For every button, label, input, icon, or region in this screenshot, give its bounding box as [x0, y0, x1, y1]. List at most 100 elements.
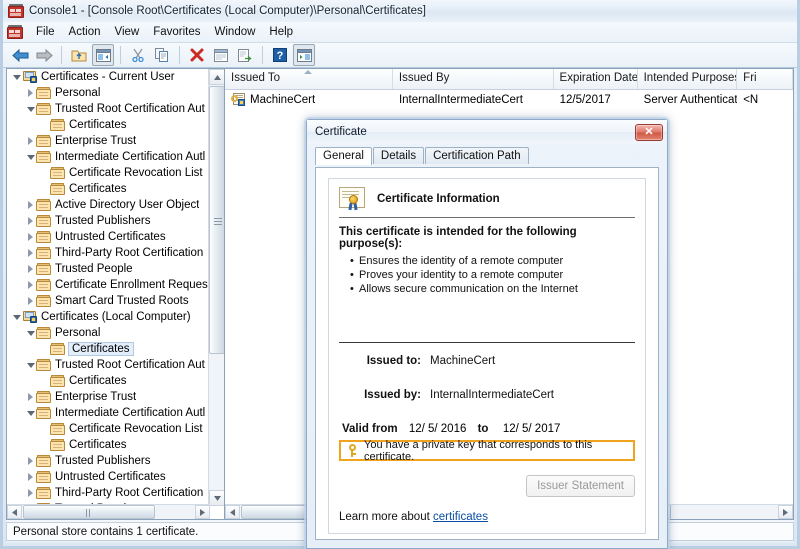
console-tree[interactable]: Certificates - Current UserPersonalTrust…	[7, 69, 210, 506]
tree-expander[interactable]	[25, 149, 36, 165]
tree-node[interactable]: Certificates	[7, 117, 210, 133]
tree-node[interactable]: Intermediate Certification Autl	[7, 149, 210, 165]
export-button[interactable]	[234, 44, 256, 66]
tree-expander[interactable]	[39, 181, 50, 197]
tree-node-label: Certificates (Local Computer)	[41, 311, 191, 323]
list-column-header[interactable]: Issued To	[225, 69, 393, 89]
tree-node[interactable]: Active Directory User Object	[7, 197, 210, 213]
tree-expander[interactable]	[25, 245, 36, 261]
properties-button[interactable]	[210, 44, 232, 66]
tree-expander[interactable]	[25, 469, 36, 485]
menu-item-window[interactable]: Window	[208, 24, 263, 40]
tree-expander[interactable]	[25, 357, 36, 373]
tree-node[interactable]: Enterprise Trust	[7, 389, 210, 405]
menu-item-file[interactable]: File	[29, 24, 62, 40]
menu-item-favorites[interactable]: Favorites	[146, 24, 207, 40]
tree-expander[interactable]	[39, 341, 50, 357]
tree-node[interactable]: Trusted People	[7, 261, 210, 277]
tree-node[interactable]: Certificates	[7, 373, 210, 389]
tree-horizontal-scrollbar[interactable]	[7, 504, 210, 519]
tree-scrollbar-thumb[interactable]	[209, 86, 225, 354]
tree-expander[interactable]	[25, 325, 36, 341]
help-button[interactable]: ?	[269, 44, 291, 66]
tree-node[interactable]: Third-Party Root Certification	[7, 485, 210, 501]
tree-node[interactable]: Untrusted Certificates	[7, 229, 210, 245]
tree-expander[interactable]	[25, 85, 36, 101]
tree-node[interactable]: Certificate Enrollment Request	[7, 277, 210, 293]
tree-node-label: Intermediate Certification Autl	[55, 151, 205, 163]
tree-node[interactable]: Trusted Publishers	[7, 213, 210, 229]
tree-node[interactable]: Personal	[7, 85, 210, 101]
tree-scroll-right-button[interactable]	[195, 505, 210, 519]
show-hide-console-tree-button[interactable]	[92, 44, 114, 66]
list-scroll-left-button[interactable]	[225, 505, 240, 519]
tree-node[interactable]: Trusted Publishers	[7, 453, 210, 469]
list-column-header[interactable]: Fri	[737, 69, 793, 89]
list-column-header-label: Issued To	[231, 72, 280, 84]
menu-item-action[interactable]: Action	[62, 24, 108, 40]
tree-node[interactable]: Certificates	[7, 437, 210, 453]
close-icon[interactable]: ✕	[635, 124, 663, 141]
back-button[interactable]	[9, 44, 31, 66]
list-scroll-right-button[interactable]	[778, 505, 793, 519]
tree-expander[interactable]	[25, 197, 36, 213]
tree-expander[interactable]	[25, 453, 36, 469]
tree-node[interactable]: Certificate Revocation List	[7, 421, 210, 437]
tree-expander[interactable]	[25, 213, 36, 229]
tree-expander[interactable]	[11, 69, 22, 85]
delete-button[interactable]	[186, 44, 208, 66]
table-row[interactable]: MachineCertInternalIntermediateCert12/5/…	[225, 90, 793, 109]
tree-expander[interactable]	[25, 389, 36, 405]
folder-icon	[50, 342, 66, 356]
tree-expander[interactable]	[39, 165, 50, 181]
tree-expander[interactable]	[39, 373, 50, 389]
tree-node[interactable]: Certificates	[7, 341, 210, 357]
folder-icon	[36, 390, 52, 404]
tree-hscrollbar-thumb[interactable]	[23, 505, 155, 519]
tree-node[interactable]: Smart Card Trusted Roots	[7, 293, 210, 309]
cut-button[interactable]	[127, 44, 149, 66]
tree-node[interactable]: Personal	[7, 325, 210, 341]
tree-scroll-up-button[interactable]	[209, 69, 225, 85]
tree-node[interactable]: Certificate Revocation List	[7, 165, 210, 181]
tree-node[interactable]: Certificates	[7, 181, 210, 197]
tree-expander[interactable]	[25, 229, 36, 245]
tree-expander[interactable]	[25, 405, 36, 421]
menu-item-view[interactable]: View	[108, 24, 147, 40]
tree-expander[interactable]	[25, 261, 36, 277]
copy-button[interactable]	[151, 44, 173, 66]
tab-details[interactable]: Details	[373, 147, 424, 164]
tree-expander[interactable]	[11, 309, 22, 325]
tree-scroll-left-button[interactable]	[7, 505, 22, 519]
list-column-header[interactable]: Expiration Date	[554, 69, 638, 89]
tab-general[interactable]: General	[315, 147, 372, 165]
tree-node[interactable]: Enterprise Trust	[7, 133, 210, 149]
certificates-link[interactable]: certificates	[433, 511, 488, 523]
window-titlebar: Console1 - [Console Root\Certificates (L…	[3, 0, 797, 22]
tree-expander[interactable]	[39, 437, 50, 453]
forward-button[interactable]	[33, 44, 55, 66]
tree-expander[interactable]	[39, 117, 50, 133]
tree-expander[interactable]	[25, 133, 36, 149]
tree-expander[interactable]	[25, 293, 36, 309]
list-column-header[interactable]: Issued By	[393, 69, 554, 89]
tree-expander[interactable]	[25, 485, 36, 501]
show-action-pane-button[interactable]	[293, 44, 315, 66]
menu-item-help[interactable]: Help	[262, 24, 300, 40]
tree-node[interactable]: Certificates - Current User	[7, 69, 210, 85]
tree-node[interactable]: Third-Party Root Certification	[7, 245, 210, 261]
tree-node[interactable]: Certificates (Local Computer)	[7, 309, 210, 325]
tree-scroll-down-button[interactable]	[209, 490, 225, 506]
tree-expander[interactable]	[39, 421, 50, 437]
tree-node[interactable]: Trusted Root Certification Aut	[7, 357, 210, 373]
up-one-level-button[interactable]	[68, 44, 90, 66]
tree-expander[interactable]	[25, 101, 36, 117]
tree-node[interactable]: Intermediate Certification Autl	[7, 405, 210, 421]
list-column-header[interactable]: Intended Purposes	[638, 69, 738, 89]
tree-expander[interactable]	[25, 277, 36, 293]
tree-vertical-scrollbar[interactable]	[208, 69, 224, 506]
tab-certification-path[interactable]: Certification Path	[425, 147, 529, 164]
tree-node[interactable]: Trusted Root Certification Aut	[7, 101, 210, 117]
tree-node[interactable]: Untrusted Certificates	[7, 469, 210, 485]
issuer-statement-button[interactable]: Issuer Statement	[526, 475, 635, 497]
